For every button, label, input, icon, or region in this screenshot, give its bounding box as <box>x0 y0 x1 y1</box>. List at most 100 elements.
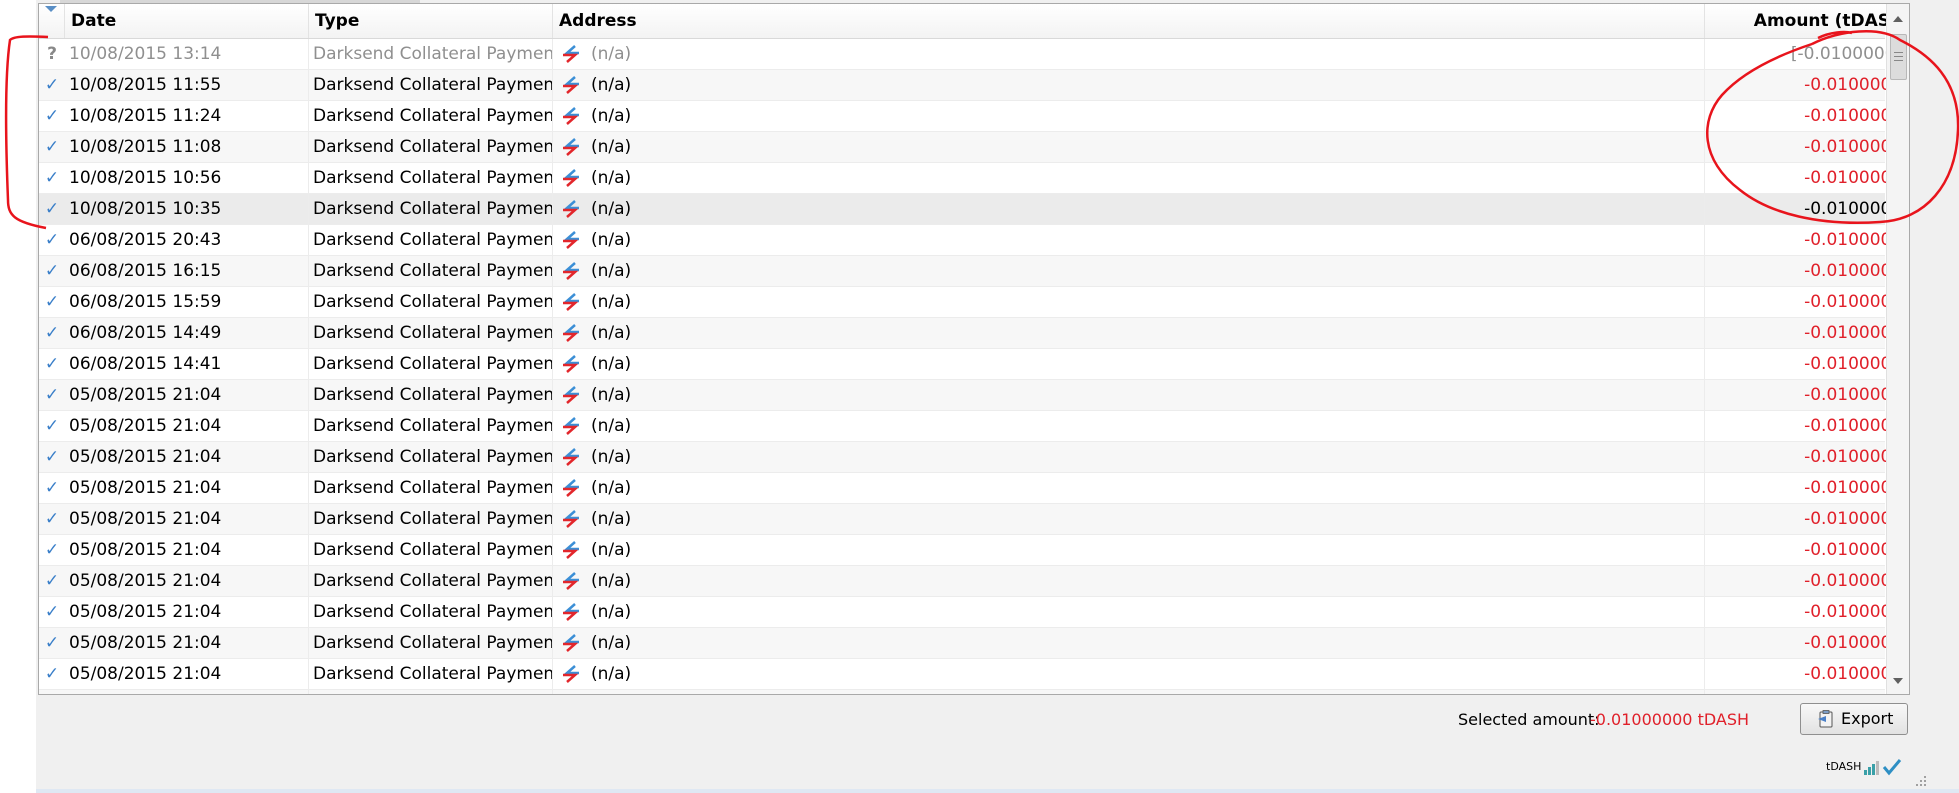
table-row[interactable]: ✓05/08/2015 21:04Darksend Collateral Pay… <box>39 659 1909 690</box>
amount-cell: -0.01000000 <box>1705 690 1909 694</box>
type-cell: Darksend Collateral Payment <box>309 628 553 658</box>
status-icon: ✓ <box>44 447 60 467</box>
type-cell: Darksend Collateral Payment <box>309 690 553 694</box>
scroll-up-arrow-icon[interactable] <box>1893 16 1903 22</box>
table-row[interactable]: ✓05/08/2015 21:04Darksend Collateral Pay… <box>39 690 1885 694</box>
status-icon: ✓ <box>44 230 60 250</box>
type-column-header[interactable]: Type <box>309 4 553 38</box>
table-row[interactable]: ✓05/08/2015 21:04Darksend Collateral Pay… <box>39 442 1909 473</box>
date-cell: 05/08/2015 21:04 <box>65 659 309 689</box>
table-row[interactable]: ✓05/08/2015 21:04Darksend Collateral Pay… <box>39 566 1909 597</box>
date-cell: 06/08/2015 15:59 <box>65 287 309 317</box>
type-cell: Darksend Collateral Payment <box>309 566 553 596</box>
address-cell: (n/a) <box>553 349 1705 379</box>
table-row[interactable]: ✓ 06/08/2015 15:59 Darksend Collateral Pay… <box>39 287 1909 318</box>
unit-indicator[interactable]: tDASH <box>1826 760 1861 773</box>
type-cell: Darksend Collateral Payment <box>309 349 553 379</box>
vertical-scrollbar[interactable] <box>1886 4 1909 694</box>
table-row[interactable]: ✓ 10/08/2015 10:35 Darksend Collateral Pay… <box>39 194 1909 225</box>
table-row[interactable]: ✓ 10/08/2015 11:55 Darksend Collateral Pay… <box>39 70 1909 101</box>
amount-cell: -0.01000000 <box>1804 168 1910 188</box>
scroll-down-arrow-icon[interactable] <box>1893 678 1903 684</box>
table-row[interactable]: ✓ 06/08/2015 14:41 Darksend Collateral Pay… <box>39 349 1909 380</box>
address-cell: (n/a) <box>553 256 1705 286</box>
status-icon: ✓ <box>44 602 60 622</box>
date-cell: 05/08/2015 21:04 <box>65 473 309 503</box>
address-text: (n/a) <box>591 199 632 219</box>
table-row[interactable]: ✓ 10/08/2015 10:56 Darksend Collateral Pay… <box>39 163 1909 194</box>
type-cell: Darksend Collateral Payment <box>309 132 553 162</box>
address-text: (n/a) <box>591 168 632 188</box>
table-row[interactable]: ? 10/08/2015 13:14 Darksend Collateral Pay… <box>39 39 1909 70</box>
table-row[interactable]: ✓ 10/08/2015 11:08 Darksend Collateral Pay… <box>39 132 1909 163</box>
clipboard-export-icon <box>1818 710 1833 728</box>
resize-grip-icon[interactable] <box>1912 772 1928 788</box>
address-text: (n/a) <box>591 385 632 405</box>
address-text: (n/a) <box>591 509 632 529</box>
sync-status-icons <box>1864 759 1902 776</box>
status-icon: ✓ <box>44 354 60 374</box>
table-row[interactable]: ✓05/08/2015 21:04Darksend Collateral Pay… <box>39 535 1909 566</box>
status-icon: ✓ <box>44 137 60 157</box>
payment-to-yourself-icon <box>563 200 579 218</box>
address-cell: (n/a) <box>553 504 1705 534</box>
table-row[interactable]: ✓05/08/2015 21:04Darksend Collateral Pay… <box>39 597 1909 628</box>
window-bottom-border <box>36 789 1959 793</box>
date-cell: 06/08/2015 16:15 <box>65 256 309 286</box>
date-cell: 06/08/2015 14:41 <box>65 349 309 379</box>
transaction-rows: ? 10/08/2015 13:14 Darksend Collateral Pay… <box>39 39 1909 694</box>
status-icon: ✓ <box>44 75 60 95</box>
scrollbar-thumb[interactable] <box>1890 34 1907 80</box>
table-row[interactable]: ✓05/08/2015 21:04Darksend Collateral Pay… <box>39 628 1909 659</box>
left-margin <box>0 0 36 793</box>
transaction-table[interactable]: Date Type Address Amount (tDASH) ? 10/08/… <box>38 3 1910 695</box>
table-row[interactable]: ✓ 10/08/2015 11:24 Darksend Collateral Pay… <box>39 101 1909 132</box>
date-cell: 10/08/2015 11:24 <box>65 101 309 131</box>
table-row[interactable]: ✓05/08/2015 21:04Darksend Collateral Pay… <box>39 473 1909 504</box>
status-icon: ✓ <box>44 540 60 560</box>
amount-cell: -0.01000000 <box>1804 137 1910 157</box>
payment-to-yourself-icon <box>563 541 579 559</box>
export-button-label: Export <box>1841 709 1894 728</box>
table-row[interactable]: ✓05/08/2015 21:04Darksend Collateral Pay… <box>39 380 1909 411</box>
date-cell: 10/08/2015 10:56 <box>65 163 309 193</box>
address-cell: (n/a) <box>553 163 1705 193</box>
address-cell: (n/a) <box>553 132 1705 162</box>
date-column-header[interactable]: Date <box>65 4 309 38</box>
table-row[interactable]: ✓ 06/08/2015 14:49 Darksend Collateral Pay… <box>39 318 1909 349</box>
synced-check-icon[interactable] <box>1882 759 1902 776</box>
date-cell: 05/08/2015 21:04 <box>65 442 309 472</box>
address-text: (n/a) <box>591 75 632 95</box>
table-row[interactable]: ✓ 06/08/2015 16:15 Darksend Collateral Pay… <box>39 256 1909 287</box>
address-cell: (n/a) <box>553 597 1705 627</box>
type-cell: Darksend Collateral Payment <box>309 318 553 348</box>
payment-to-yourself-icon <box>563 572 579 590</box>
amount-cell: -0.01000000 <box>1804 509 1910 529</box>
amount-cell: -0.01000000 <box>1804 540 1910 560</box>
table-row[interactable]: ✓05/08/2015 21:04Darksend Collateral Pay… <box>39 504 1909 535</box>
payment-to-yourself-icon <box>563 76 579 94</box>
address-cell: (n/a) <box>553 442 1705 472</box>
address-column-header[interactable]: Address <box>553 4 1705 38</box>
amount-column-header[interactable]: Amount (tDASH) <box>1705 4 1909 38</box>
amount-cell: -0.01000000 <box>1804 478 1910 498</box>
payment-to-yourself-icon <box>563 603 579 621</box>
table-row[interactable]: ✓ 06/08/2015 20:43 Darksend Collateral Pay… <box>39 225 1909 256</box>
table-row[interactable]: ✓05/08/2015 21:04Darksend Collateral Pay… <box>39 411 1909 442</box>
address-cell: (n/a) <box>553 628 1705 658</box>
payment-to-yourself-icon <box>563 169 579 187</box>
status-column-header[interactable] <box>39 4 65 38</box>
amount-cell: -0.01000000 <box>1804 664 1910 684</box>
export-button[interactable]: Export <box>1800 703 1908 735</box>
network-signal-icon[interactable] <box>1864 761 1879 775</box>
status-icon: ✓ <box>44 385 60 405</box>
payment-to-yourself-icon <box>563 634 579 652</box>
address-cell: (n/a) <box>553 380 1705 410</box>
date-cell: 10/08/2015 13:14 <box>65 39 309 69</box>
date-cell: 05/08/2015 21:04 <box>65 380 309 410</box>
amount-cell: -0.01000000 <box>1804 633 1910 653</box>
address-cell: (n/a) <box>553 535 1705 565</box>
payment-to-yourself-icon <box>563 107 579 125</box>
amount-cell: -0.01000000 <box>1804 602 1910 622</box>
grip-line <box>1894 60 1903 61</box>
